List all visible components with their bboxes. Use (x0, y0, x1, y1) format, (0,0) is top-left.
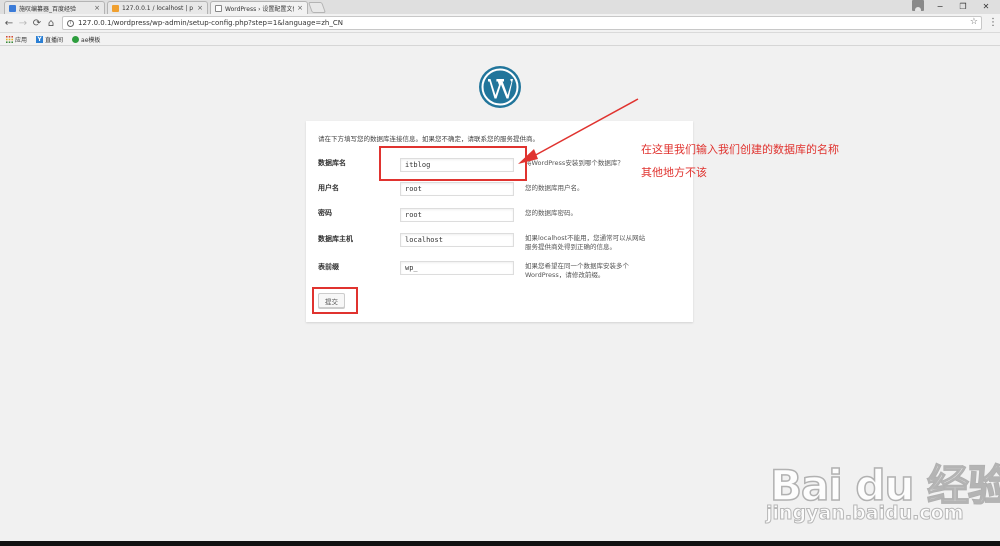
annotation-arrow-icon (518, 98, 639, 164)
tab-baidu[interactable]: 施叹编纂器_百度经验 × (4, 1, 105, 14)
tab-title: WordPress › 设置配置文件 (225, 5, 295, 13)
browser-toolbar: ← → ⟳ ⌂ i 127.0.0.1/wordpress/wp-admin/s… (0, 14, 1000, 33)
dbhost-description: 如果localhost不能用，您通常可以从网站服务提供商处得到正确的信息。 (525, 234, 646, 251)
bookmark-apps[interactable]: 应用 (6, 35, 27, 44)
close-window-button[interactable]: ✕ (975, 0, 997, 12)
prefix-input[interactable] (400, 261, 514, 275)
prefix-description: 如果您希望在同一个数据库安装多个WordPress，请修改前缀。 (525, 262, 629, 279)
maximize-button[interactable]: ❐ (952, 0, 974, 12)
phpmyadmin-favicon-icon (112, 4, 119, 12)
tab-close-icon[interactable]: × (197, 4, 203, 12)
tab-close-icon[interactable]: × (297, 4, 303, 12)
tab-title: 127.0.0.1 / localhost | p (122, 4, 194, 12)
user-profile-icon[interactable] (912, 0, 924, 11)
bookmark-label: ae模板 (81, 36, 101, 44)
password-input[interactable] (400, 208, 514, 222)
bookmark-ae[interactable]: ae模板 (72, 35, 100, 44)
minimize-button[interactable]: − (929, 0, 951, 12)
baidu-favicon-icon (9, 4, 16, 12)
tab-wordpress[interactable]: WordPress › 设置配置文件 × (210, 1, 308, 14)
bookmark-live[interactable]: Y 直播间 (36, 35, 63, 44)
bookmark-label: 直播间 (45, 36, 64, 44)
tab-close-icon[interactable]: × (94, 4, 100, 12)
tab-title: 施叹编纂器_百度经验 (19, 5, 77, 13)
username-description: 您的数据库用户名。 (525, 184, 584, 192)
page-favicon-icon (215, 4, 222, 12)
annotation-text-line1: 在这里我们输入我们创建的数据库的名称 (641, 143, 839, 156)
back-arrow-icon[interactable]: ← (3, 17, 15, 29)
tab-phpmyadmin[interactable]: 127.0.0.1 / localhost | p × (107, 1, 208, 14)
info-icon[interactable]: i (67, 19, 74, 27)
bookmarks-bar: 应用 Y 直播间 ae模板 (0, 33, 1000, 46)
dbhost-label: 数据库主机 (318, 235, 353, 243)
dbhost-input[interactable] (400, 233, 514, 247)
url-text: 127.0.0.1/wordpress/wp-admin/setup-confi… (78, 19, 343, 27)
bookmark-y-icon: Y (36, 35, 44, 43)
username-input[interactable] (400, 182, 514, 196)
annotation-text-line2: 其他地方不该 (641, 166, 707, 179)
bookmark-label: 应用 (15, 36, 28, 44)
bookmark-star-icon[interactable]: ☆ (970, 17, 978, 27)
taskbar (0, 541, 1000, 546)
password-label: 密码 (318, 209, 332, 217)
address-bar[interactable]: i 127.0.0.1/wordpress/wp-admin/setup-con… (62, 16, 982, 30)
submit-highlight-box (312, 287, 358, 314)
baidu-watermark-url: jingyan.baidu.com (766, 502, 964, 525)
home-icon[interactable]: ⌂ (45, 17, 57, 29)
username-label: 用户名 (318, 184, 339, 192)
menu-icon[interactable]: ⋮ (988, 17, 998, 28)
bookmark-green-icon (72, 35, 80, 43)
prefix-label: 表前缀 (318, 263, 339, 271)
reload-icon[interactable]: ⟳ (31, 17, 43, 29)
dbname-label: 数据库名 (318, 159, 346, 167)
apps-grid-icon (6, 35, 13, 43)
forward-arrow-icon[interactable]: → (17, 17, 29, 29)
password-description: 您的数据库密码。 (525, 209, 577, 217)
